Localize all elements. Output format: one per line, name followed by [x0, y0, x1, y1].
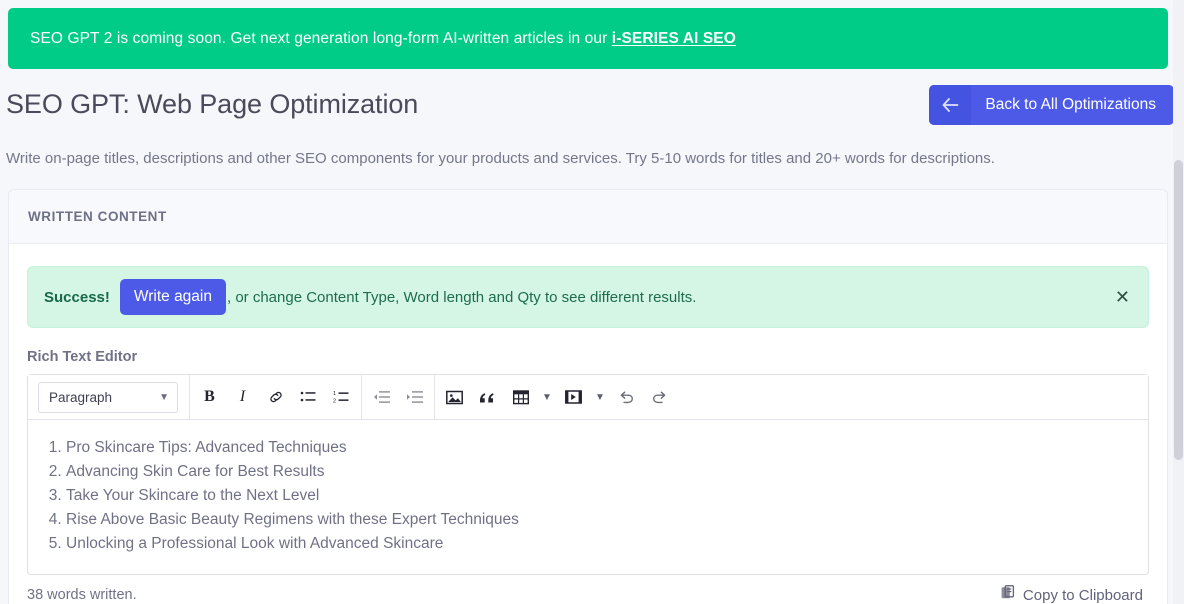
rich-text-editor: Paragraph ▼ B I 1 2 ▼ ▼ 1. Pro Skincare …: [27, 374, 1149, 575]
list-item: Advancing Skin Care for Best Results: [66, 460, 1130, 484]
page-description: Write on-page titles, descriptions and o…: [6, 150, 995, 167]
bulleted-list-icon[interactable]: [293, 382, 324, 413]
table-dropdown-chevron-icon[interactable]: ▼: [537, 382, 557, 413]
editor-content-area[interactable]: Pro Skincare Tips: Advanced Techniques A…: [28, 420, 1148, 574]
format-select-value: Paragraph: [49, 389, 113, 405]
clipboard-icon: [1001, 585, 1016, 604]
generated-content-list: Pro Skincare Tips: Advanced Techniques A…: [46, 436, 1130, 556]
i-series-ai-seo-link[interactable]: i-SERIES AI SEO: [612, 30, 736, 47]
redo-icon[interactable]: [644, 382, 675, 413]
title-row: SEO GPT: Web Page Optimization Back to A…: [0, 80, 1184, 130]
list-item: Rise Above Basic Beauty Regimens with th…: [66, 508, 1130, 532]
bold-icon[interactable]: B: [194, 382, 225, 413]
format-select[interactable]: Paragraph ▼: [38, 381, 178, 413]
image-icon[interactable]: [439, 382, 470, 413]
media-icon[interactable]: [558, 382, 589, 413]
announcement-banner: SEO GPT 2 is coming soon. Get next gener…: [8, 8, 1168, 69]
write-again-button[interactable]: Write again: [119, 279, 226, 315]
card-header: WRITTEN CONTENT: [9, 190, 1167, 244]
media-dropdown-chevron-icon[interactable]: ▼: [590, 382, 610, 413]
page-scrollbar-track[interactable]: [1173, 0, 1184, 604]
toolbar-divider: [361, 374, 362, 420]
toolbar-divider: [434, 374, 435, 420]
page-scrollbar-thumb[interactable]: [1174, 160, 1183, 460]
back-button-label: Back to All Optimizations: [985, 96, 1156, 113]
arrow-left-icon: [929, 85, 972, 125]
toolbar-divider: [189, 374, 190, 420]
list-item: Unlocking a Professional Look with Advan…: [66, 532, 1130, 556]
italic-icon[interactable]: I: [227, 382, 258, 413]
svg-text:1: 1: [333, 391, 336, 397]
back-to-all-optimizations-button[interactable]: Back to All Optimizations: [929, 85, 1174, 125]
undo-icon[interactable]: [611, 382, 642, 413]
alert-message: , or change Content Type, Word length an…: [227, 288, 697, 306]
table-icon[interactable]: [505, 382, 536, 413]
word-count-label: 38 words written.: [27, 587, 137, 603]
link-icon[interactable]: [260, 382, 291, 413]
card-body: Success! Write again , or change Content…: [9, 244, 1167, 604]
numbered-list-icon[interactable]: 1 2: [326, 382, 357, 413]
blockquote-icon[interactable]: [472, 382, 503, 413]
svg-text:2: 2: [333, 399, 336, 405]
announcement-banner-message: SEO GPT 2 is coming soon. Get next gener…: [30, 29, 612, 47]
alert-success-label: Success!: [44, 288, 110, 306]
outdent-icon[interactable]: [366, 382, 397, 413]
list-item: Take Your Skincare to the Next Level: [66, 484, 1130, 508]
close-icon[interactable]: ✕: [1111, 284, 1134, 310]
editor-toolbar: Paragraph ▼ B I 1 2 ▼ ▼: [28, 374, 1148, 420]
success-alert: Success! Write again , or change Content…: [27, 266, 1149, 328]
editor-footer: 38 words written. Copy to Clipboard: [27, 575, 1149, 604]
indent-icon[interactable]: [399, 382, 430, 413]
page-root: SEO GPT 2 is coming soon. Get next gener…: [0, 0, 1184, 604]
card-header-title: WRITTEN CONTENT: [28, 209, 167, 224]
announcement-banner-text: SEO GPT 2 is coming soon. Get next gener…: [30, 30, 736, 48]
copy-to-clipboard-label: Copy to Clipboard: [1022, 586, 1143, 604]
rich-text-editor-label: Rich Text Editor: [27, 349, 138, 365]
written-content-card: WRITTEN CONTENT Success! Write again , o…: [8, 189, 1168, 604]
page-title: SEO GPT: Web Page Optimization: [6, 89, 419, 119]
list-item: Pro Skincare Tips: Advanced Techniques: [66, 436, 1130, 460]
chevron-down-icon: ▼: [159, 391, 169, 403]
copy-to-clipboard-button[interactable]: Copy to Clipboard: [997, 583, 1147, 604]
